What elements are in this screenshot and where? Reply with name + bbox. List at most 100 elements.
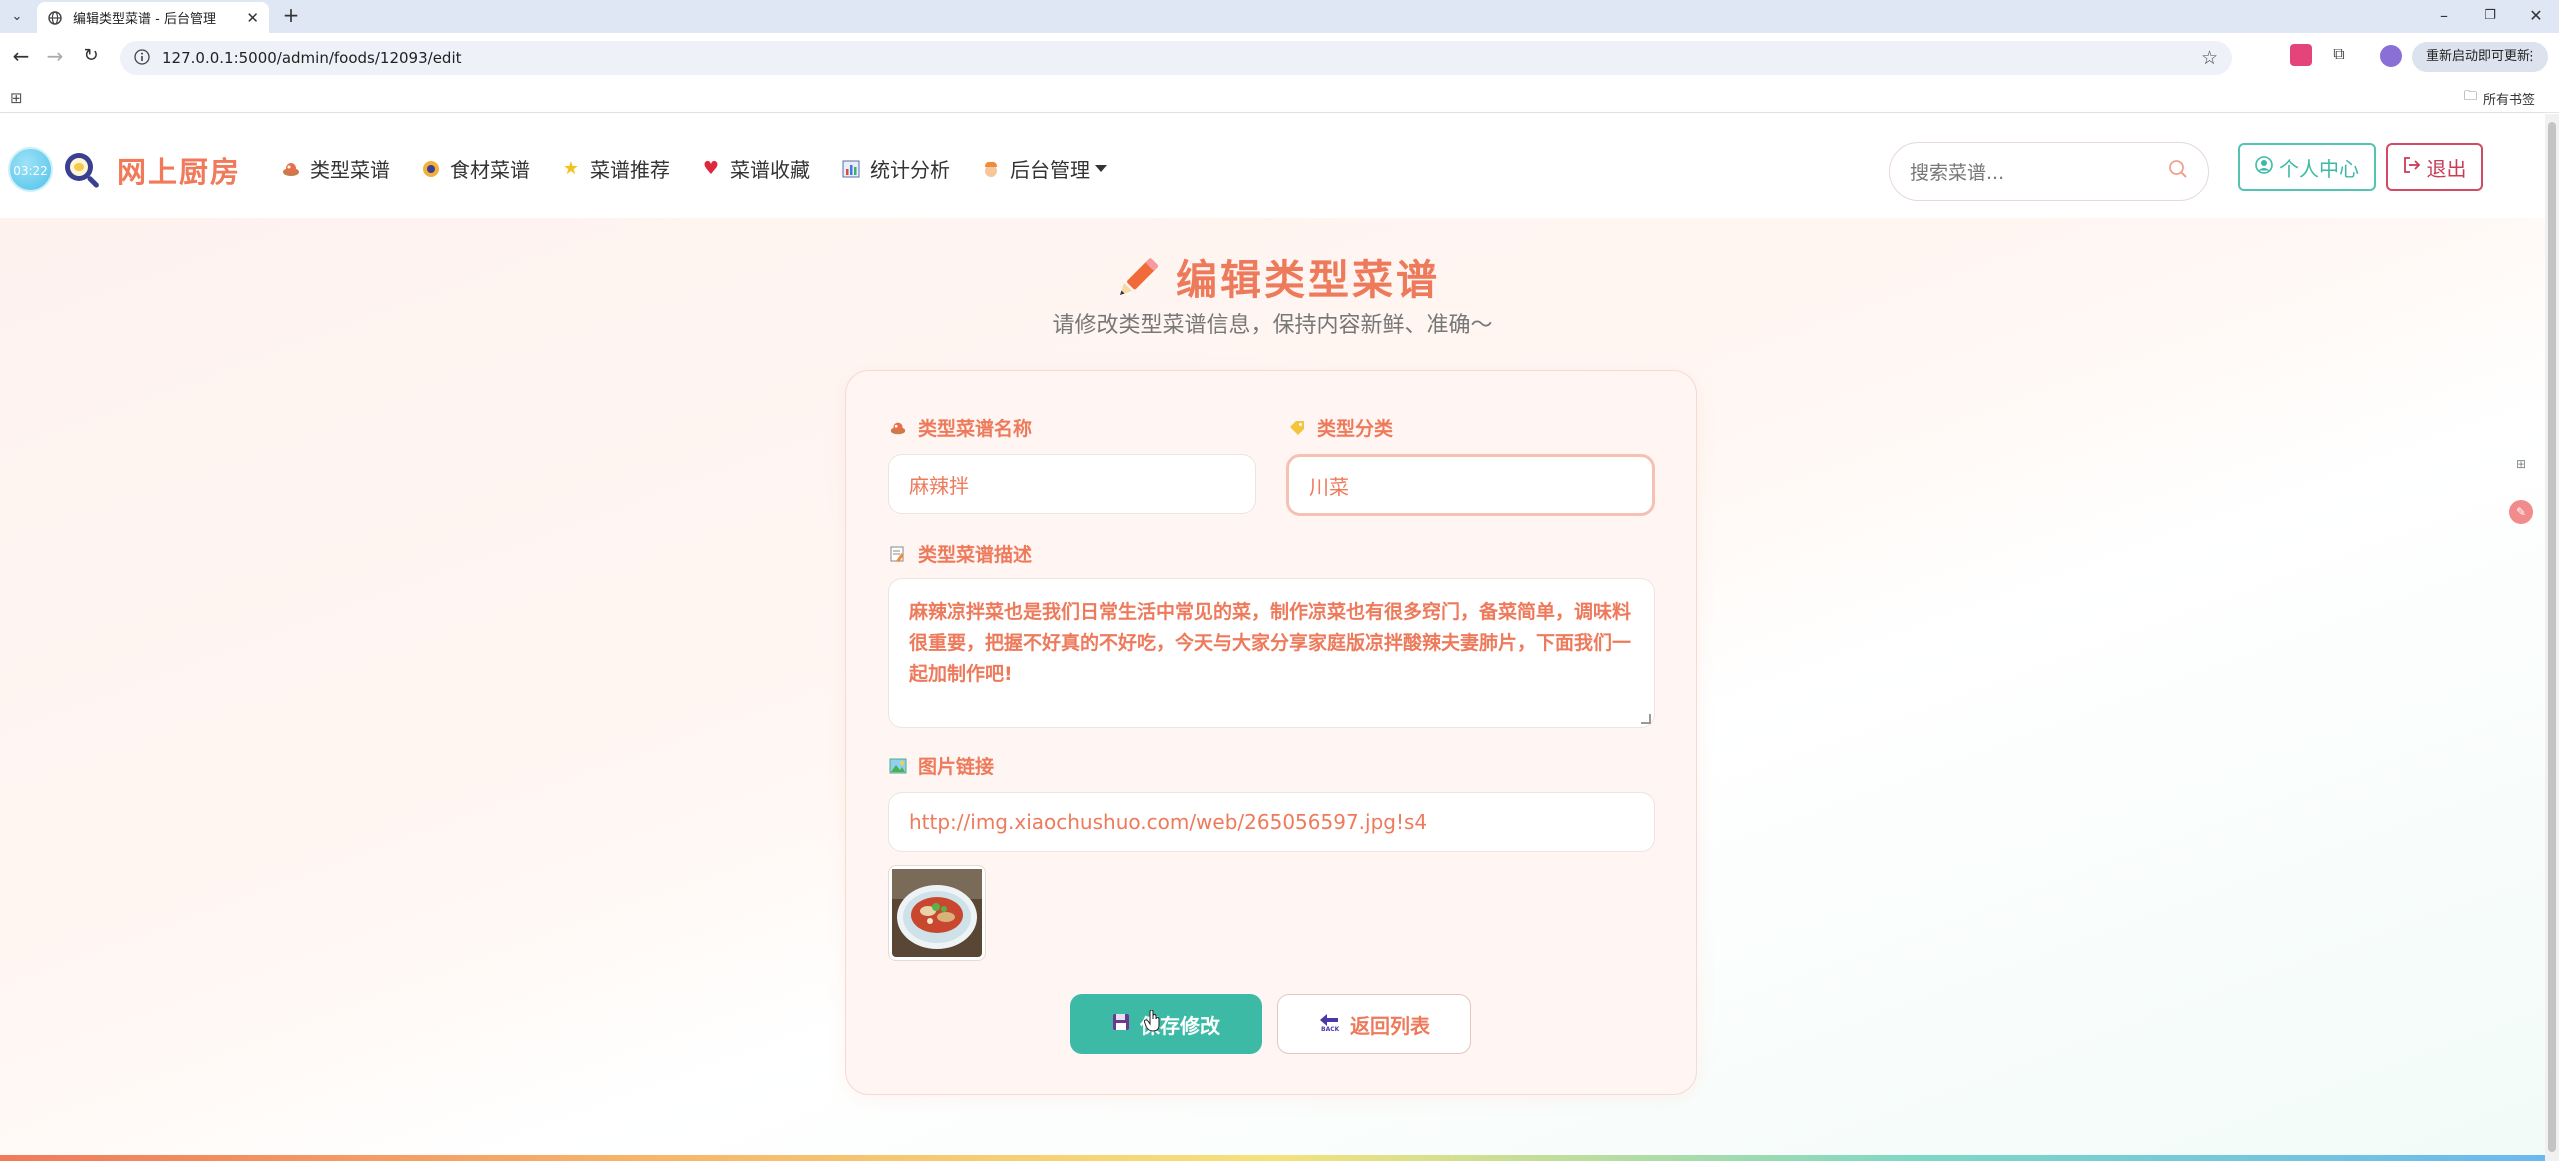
- nav-admin-dropdown[interactable]: 后台管理: [980, 154, 1107, 183]
- category-label: 类型分类: [1287, 414, 1393, 441]
- site-info-icon[interactable]: [134, 49, 152, 67]
- svg-text:BACK: BACK: [1321, 1026, 1340, 1032]
- nav-label: 菜谱收藏: [730, 158, 810, 182]
- save-button[interactable]: 保存修改: [1070, 994, 1262, 1054]
- description-value: 麻辣凉拌菜也是我们日常生活中常见的菜，制作凉菜也有很多窍门，备菜简单，调味料很重…: [909, 601, 1632, 685]
- dish-icon: [888, 418, 908, 438]
- tag-icon: [1287, 418, 1307, 438]
- dish-icon: [280, 158, 302, 180]
- tab-close-icon[interactable]: ✕: [246, 9, 259, 27]
- image-url-label-text: 图片链接: [918, 756, 995, 778]
- update-button[interactable]: 重新启动即可更新 ⋮: [2412, 42, 2548, 72]
- user-circle-icon: [2255, 155, 2273, 179]
- name-label-text: 类型菜谱名称: [918, 418, 1033, 440]
- tab-search-icon[interactable]: ⌄: [8, 8, 26, 26]
- profile-center-label: 个人中心: [2279, 156, 2359, 181]
- folder-icon: 🗀: [2463, 89, 2477, 104]
- globe-icon: [47, 10, 63, 26]
- page-subtitle: 请修改类型菜谱信息，保持内容新鲜、准确～: [1052, 313, 1493, 338]
- extension-icon[interactable]: [2290, 44, 2312, 66]
- floppy-disk-icon: [1112, 1012, 1130, 1036]
- close-window-icon[interactable]: ✕: [2524, 6, 2548, 25]
- image-preview: [888, 865, 986, 961]
- nav-label: 统计分析: [870, 158, 950, 182]
- image-url-label: 图片链接: [888, 752, 994, 779]
- nav-type-recipes[interactable]: 类型菜谱: [280, 154, 390, 183]
- address-bar[interactable]: 127.0.0.1:5000/admin/foods/12093/edit ☆: [120, 41, 2232, 75]
- nav-recommend[interactable]: ★ 菜谱推荐: [560, 154, 670, 183]
- nav-ingredient-recipes[interactable]: 食材菜谱: [420, 154, 530, 183]
- resize-handle[interactable]: [1641, 714, 1651, 724]
- main-nav: 类型菜谱 食材菜谱 ★ 菜谱推荐 ♥ 菜谱收藏 统计分析 后台管理: [280, 154, 1137, 183]
- browser-tab[interactable]: 编辑类型菜谱 - 后台管理 ✕: [37, 2, 269, 33]
- search-input[interactable]: 搜索菜谱...: [1889, 142, 2209, 201]
- chevron-down-icon: [1095, 165, 1107, 172]
- nav-label: 菜谱推荐: [590, 158, 670, 182]
- sign-out-icon: [2403, 155, 2421, 179]
- page-scrollbar[interactable]: [2545, 114, 2559, 1161]
- back-to-list-button[interactable]: BACK 返回列表: [1277, 994, 1471, 1054]
- scrollbar-thumb[interactable]: [2548, 122, 2556, 1152]
- forward-icon[interactable]: →: [42, 43, 68, 69]
- all-bookmarks-label: 所有书签: [2482, 92, 2535, 108]
- nav-favorites[interactable]: ♥ 菜谱收藏: [700, 154, 810, 183]
- update-button-label: 重新启动即可更新: [2426, 49, 2531, 64]
- memo-icon: [888, 544, 908, 564]
- bookmarks-bar: ⊞ 🗀 所有书签: [0, 81, 2559, 113]
- name-label: 类型菜谱名称: [888, 414, 1032, 441]
- category-label-text: 类型分类: [1317, 418, 1394, 440]
- logout-button[interactable]: 退出: [2386, 143, 2483, 191]
- star-icon: ★: [562, 158, 580, 179]
- address-toolbar: ← → ↻ 127.0.0.1:5000/admin/foods/12093/e…: [0, 33, 2559, 81]
- back-to-list-label: 返回列表: [1350, 1013, 1430, 1038]
- category-input-value: 川菜: [1309, 474, 1349, 499]
- category-input[interactable]: 川菜: [1286, 454, 1655, 516]
- site-header: 03:22 网上厨房 类型菜谱 食材菜谱 ★ 菜谱推荐 ♥ 菜谱收藏 统计分析 …: [0, 114, 2545, 218]
- reload-icon[interactable]: ↻: [78, 43, 104, 69]
- browser-tab-bar: ⌄ 编辑类型菜谱 - 后台管理 ✕ + – ❐ ✕: [0, 0, 2559, 33]
- picture-icon: [888, 756, 908, 776]
- description-textarea[interactable]: 麻辣凉拌菜也是我们日常生活中常见的菜，制作凉菜也有很多窍门，备菜简单，调味料很重…: [888, 578, 1655, 728]
- profile-center-button[interactable]: 个人中心: [2238, 143, 2376, 191]
- back-icon[interactable]: ←: [8, 43, 34, 69]
- image-url-value: http://img.xiaochushuo.com/web/265056597…: [909, 810, 1428, 834]
- bar-chart-icon: [840, 158, 862, 180]
- nav-label: 类型菜谱: [310, 158, 390, 182]
- translate-tool-icon[interactable]: ✎: [2509, 500, 2533, 524]
- search-icon[interactable]: [2168, 159, 2188, 184]
- name-input-value: 麻辣拌: [909, 473, 969, 498]
- hand-cursor-icon: [1143, 1009, 1162, 1032]
- more-menu-icon[interactable]: ⋮: [2525, 42, 2538, 72]
- nav-label: 食材菜谱: [450, 158, 530, 182]
- name-input[interactable]: 麻辣拌: [888, 454, 1256, 514]
- minimize-icon[interactable]: –: [2432, 6, 2456, 25]
- grid-tool-icon[interactable]: ⊞: [2509, 452, 2533, 476]
- ingredient-icon: [420, 158, 442, 180]
- image-url-input[interactable]: http://img.xiaochushuo.com/web/265056597…: [888, 792, 1655, 852]
- new-tab-icon[interactable]: +: [280, 5, 302, 27]
- all-bookmarks[interactable]: 🗀 所有书签: [2464, 87, 2535, 109]
- description-label: 类型菜谱描述: [888, 540, 1032, 567]
- bookmark-star-icon[interactable]: ☆: [2201, 47, 2218, 69]
- pencil-icon: [1116, 253, 1162, 299]
- profile-avatar[interactable]: [2380, 45, 2402, 67]
- search-placeholder: 搜索菜谱...: [1910, 162, 2005, 184]
- rainbow-footer-strip: [0, 1155, 2545, 1161]
- nav-label: 后台管理: [1010, 158, 1090, 182]
- chef-icon: [980, 158, 1002, 180]
- side-toolbar: ⊞ ✎: [2509, 452, 2535, 548]
- logo-icon[interactable]: [62, 150, 104, 192]
- page-title-text: 编辑类型菜谱: [1176, 256, 1440, 304]
- nav-statistics[interactable]: 统计分析: [840, 154, 950, 183]
- extensions-puzzle-icon[interactable]: ⧉: [2328, 44, 2350, 66]
- apps-grid-icon[interactable]: ⊞: [10, 89, 23, 107]
- clock-widget: 03:22: [8, 147, 53, 192]
- tab-title: 编辑类型菜谱 - 后台管理: [73, 12, 216, 27]
- page-title: 编辑类型菜谱: [1116, 246, 1440, 306]
- logo-text[interactable]: 网上厨房: [117, 149, 241, 191]
- restore-icon[interactable]: ❐: [2478, 8, 2502, 23]
- logout-label: 退出: [2426, 156, 2467, 181]
- back-arrow-icon: BACK: [1318, 1012, 1340, 1037]
- description-label-text: 类型菜谱描述: [918, 544, 1033, 566]
- url-text: 127.0.0.1:5000/admin/foods/12093/edit: [162, 49, 462, 67]
